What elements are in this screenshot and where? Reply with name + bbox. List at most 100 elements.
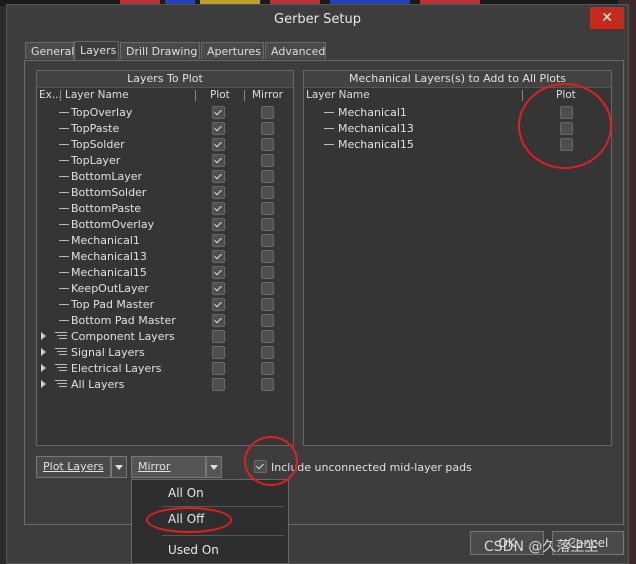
mirror-checkbox[interactable] (261, 106, 274, 119)
mirror-checkbox[interactable] (261, 202, 274, 215)
layer-row[interactable]: KeepOutLayer (37, 281, 293, 297)
mirror-checkbox[interactable] (261, 266, 274, 279)
expand-arrow-icon[interactable] (41, 380, 46, 388)
column-header-layer-name[interactable]: Layer Name (306, 88, 370, 103)
plot-checkbox[interactable] (212, 170, 225, 183)
layer-name: Mechanical1 (338, 106, 407, 119)
plot-checkbox[interactable] (212, 122, 225, 135)
expand-arrow-icon[interactable] (41, 364, 46, 372)
mirror-checkbox[interactable] (261, 330, 274, 343)
menu-item-used-on[interactable]: Used On (168, 543, 219, 557)
tab-advanced[interactable]: Advanced (265, 42, 326, 59)
plot-layers-dropdown[interactable] (111, 456, 127, 478)
tab-apertures[interactable]: Apertures (201, 42, 264, 59)
plot-checkbox[interactable] (212, 378, 225, 391)
layer-icon (59, 176, 69, 177)
layers-to-plot-group: Layers To Plot Ex... Layer Name Plot Mir… (36, 70, 294, 446)
expand-arrow-icon[interactable] (41, 332, 46, 340)
mirror-layers-button[interactable]: Mirror Layers (131, 456, 206, 493)
mirror-checkbox[interactable] (261, 218, 274, 231)
layer-name: All Layers (71, 378, 125, 391)
layer-name: TopSolder (71, 138, 125, 151)
include-pads-label[interactable]: Include unconnected mid-layer pads (271, 461, 472, 474)
layer-name: Mechanical13 (338, 122, 414, 135)
plot-checkbox[interactable] (212, 314, 225, 327)
column-separator (244, 90, 245, 101)
mirror-checkbox[interactable] (261, 314, 274, 327)
layer-name: Mechanical13 (71, 250, 147, 263)
layer-row[interactable]: Component Layers (37, 329, 293, 345)
close-button[interactable]: ✕ (590, 7, 624, 29)
layer-name: Mechanical15 (71, 266, 147, 279)
layer-icon (59, 128, 69, 129)
plot-checkbox[interactable] (212, 202, 225, 215)
layer-row[interactable]: Top Pad Master (37, 297, 293, 313)
plot-checkbox[interactable] (212, 138, 225, 151)
column-header-layer-name[interactable]: Layer Name (65, 88, 129, 103)
plot-checkbox[interactable] (212, 330, 225, 343)
plot-checkbox[interactable] (212, 106, 225, 119)
layer-row[interactable]: Mechanical1 (37, 233, 293, 249)
layer-group-icon (55, 348, 67, 357)
layer-row[interactable]: TopLayer (37, 153, 293, 169)
mirror-checkbox[interactable] (261, 362, 274, 375)
plot-checkbox[interactable] (212, 266, 225, 279)
column-header-mirror[interactable]: Mirror (252, 88, 283, 103)
tab-layers[interactable]: Layers (74, 41, 119, 60)
plot-layers-label: Plot Layers (43, 460, 104, 473)
layer-icon (59, 224, 69, 225)
layer-row[interactable]: Electrical Layers (37, 361, 293, 377)
layer-row[interactable]: Mechanical13 (37, 249, 293, 265)
close-icon: ✕ (601, 10, 613, 26)
layer-row[interactable]: Mechanical15 (37, 265, 293, 281)
layer-row[interactable]: Signal Layers (37, 345, 293, 361)
mirror-checkbox[interactable] (261, 346, 274, 359)
annotation-ellipse-include-pads (244, 436, 298, 486)
layer-row[interactable]: BottomSolder (37, 185, 293, 201)
layer-icon (59, 240, 69, 241)
mirror-checkbox[interactable] (261, 298, 274, 311)
layer-icon (59, 160, 69, 161)
expand-arrow-icon[interactable] (41, 348, 46, 356)
tab-drill-drawing[interactable]: Drill Drawing (120, 42, 200, 59)
layer-row[interactable]: BottomOverlay (37, 217, 293, 233)
plot-checkbox[interactable] (212, 218, 225, 231)
layer-name: Electrical Layers (71, 362, 162, 375)
layer-row[interactable]: All Layers (37, 377, 293, 393)
layer-name: TopLayer (71, 154, 121, 167)
plot-checkbox[interactable] (212, 282, 225, 295)
gerber-setup-dialog: Gerber Setup ✕ General Layers Drill Draw… (6, 4, 629, 564)
title-bar: Gerber Setup ✕ (7, 5, 628, 35)
mirror-checkbox[interactable] (261, 186, 274, 199)
plot-checkbox[interactable] (212, 346, 225, 359)
tab-general[interactable]: General (25, 42, 74, 59)
mirror-checkbox[interactable] (261, 378, 274, 391)
column-header-expand[interactable]: Ex... (39, 88, 62, 103)
menu-item-all-on[interactable]: All On (168, 486, 204, 500)
layer-name: Top Pad Master (71, 298, 154, 311)
column-header-plot[interactable]: Plot (210, 88, 230, 103)
plot-checkbox[interactable] (212, 186, 225, 199)
plot-layers-button[interactable]: Plot Layers (36, 456, 111, 478)
plot-checkbox[interactable] (212, 250, 225, 263)
layer-row[interactable]: TopOverlay (37, 105, 293, 121)
layer-row[interactable]: Bottom Pad Master (37, 313, 293, 329)
mirror-checkbox[interactable] (261, 170, 274, 183)
layer-name: TopOverlay (71, 106, 133, 119)
mirror-checkbox[interactable] (261, 122, 274, 135)
mirror-checkbox[interactable] (261, 250, 274, 263)
plot-checkbox[interactable] (212, 234, 225, 247)
mirror-layers-dropdown[interactable] (206, 456, 222, 478)
plot-checkbox[interactable] (212, 362, 225, 375)
mirror-checkbox[interactable] (261, 154, 274, 167)
column-separator (60, 90, 61, 101)
mirror-checkbox[interactable] (261, 234, 274, 247)
mirror-checkbox[interactable] (261, 138, 274, 151)
mirror-checkbox[interactable] (261, 282, 274, 295)
layer-row[interactable]: BottomPaste (37, 201, 293, 217)
layer-row[interactable]: TopPaste (37, 121, 293, 137)
layer-row[interactable]: TopSolder (37, 137, 293, 153)
layer-row[interactable]: BottomLayer (37, 169, 293, 185)
plot-checkbox[interactable] (212, 154, 225, 167)
plot-checkbox[interactable] (212, 298, 225, 311)
